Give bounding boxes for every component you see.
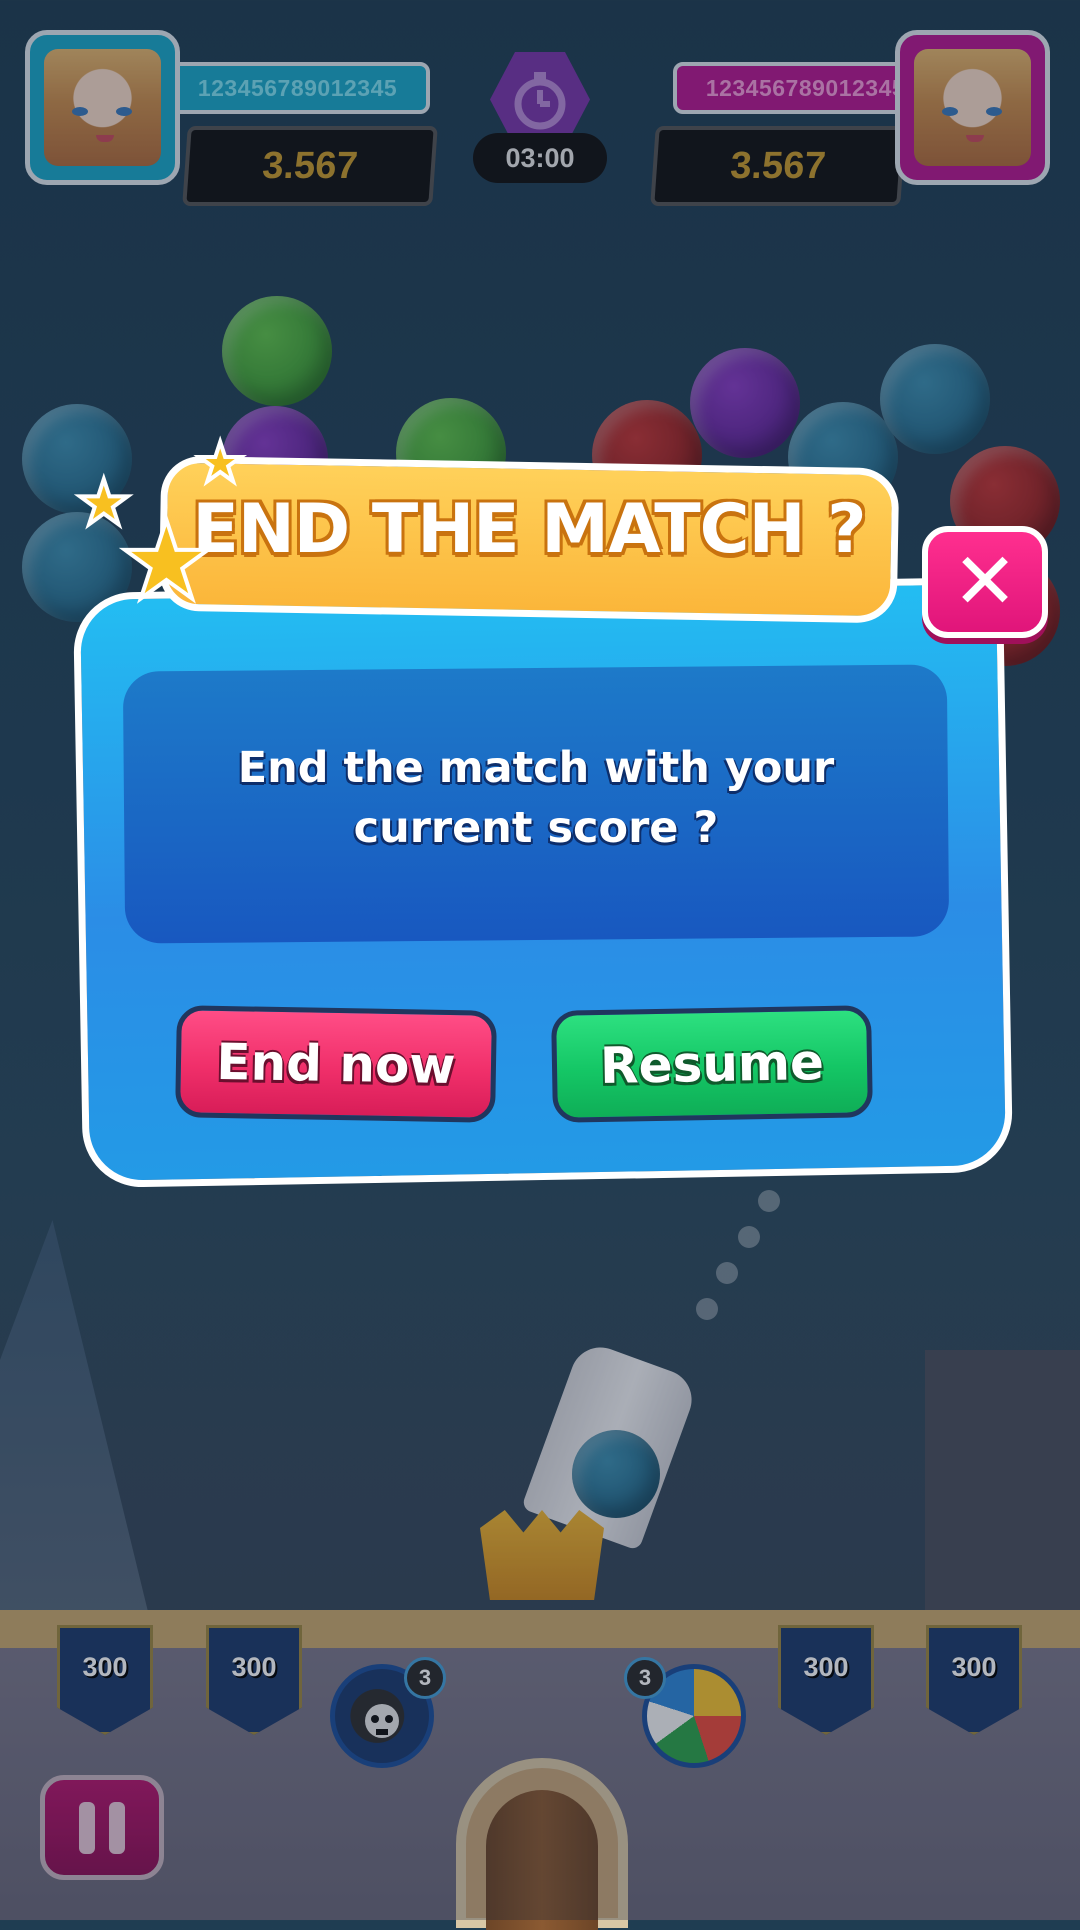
dialog-title: END THE MATCH ? <box>192 490 866 569</box>
close-button[interactable]: ✕ <box>922 526 1048 638</box>
dialog-message: End the match with your current score ? <box>124 738 948 858</box>
resume-button[interactable]: Resume <box>551 1005 873 1123</box>
star-icon: ★ <box>116 499 217 624</box>
end-now-button[interactable]: End now <box>175 1005 497 1123</box>
dialog-message-line-1: End the match with your <box>237 743 835 793</box>
dialog-message-line-2: current score ? <box>353 803 719 853</box>
close-icon: ✕ <box>952 537 1018 627</box>
star-icon: ★ <box>74 466 134 539</box>
star-icon: ★ <box>194 431 246 494</box>
